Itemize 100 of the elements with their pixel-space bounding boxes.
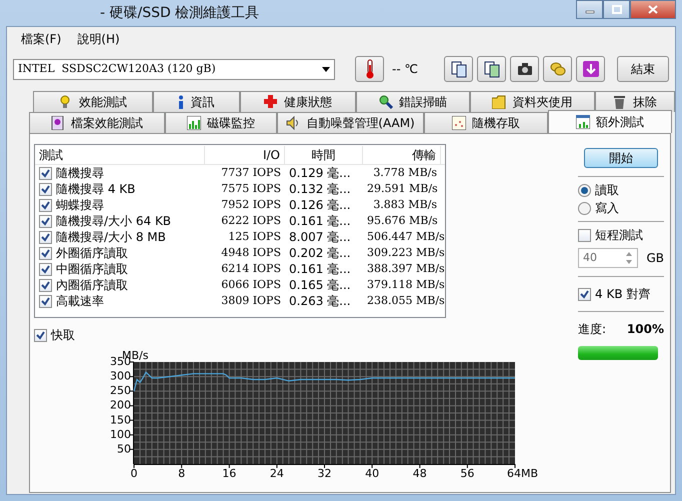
column-header[interactable]: 測試 bbox=[35, 146, 205, 164]
tab[interactable]: 效能測試 bbox=[33, 91, 153, 112]
minimize-button[interactable] bbox=[576, 0, 603, 19]
tick-label: 300 bbox=[110, 370, 131, 383]
tab[interactable]: 檔案效能測試 bbox=[29, 112, 165, 133]
toolbar-button[interactable] bbox=[444, 56, 473, 82]
table-cell: 隨機搜尋/大小 8 MB bbox=[56, 229, 166, 245]
radio-button[interactable] bbox=[578, 184, 591, 196]
checkbox[interactable] bbox=[39, 294, 52, 308]
checkbox-label: 短程測試 bbox=[595, 227, 643, 244]
tick-label: 32 bbox=[318, 467, 332, 480]
thermometer-button[interactable] bbox=[355, 56, 384, 82]
table-cell-text: 0.165 毫... bbox=[288, 277, 352, 293]
table-cell-text: 7575 IOPS bbox=[220, 181, 282, 197]
maximize-icon bbox=[612, 5, 622, 14]
tick-label: 24 bbox=[270, 467, 284, 480]
checkbox[interactable] bbox=[39, 278, 52, 292]
checkbox[interactable] bbox=[39, 262, 52, 276]
window-title: - 硬碟/SSD 檢測維護工具 bbox=[100, 4, 260, 23]
close-icon bbox=[648, 5, 658, 14]
tab[interactable]: 資訊 bbox=[152, 91, 240, 112]
chart-window-icon bbox=[576, 115, 590, 129]
drive-dropdown[interactable]: INTEL SSDSC2CW120A3 (120 gB) bbox=[13, 58, 335, 80]
maximize-button[interactable] bbox=[603, 0, 630, 19]
checkbox[interactable] bbox=[34, 328, 47, 342]
spin-arrows-icon bbox=[625, 251, 633, 265]
exit-button[interactable]: 結束 bbox=[617, 56, 669, 82]
table-cell-text: 8.007 毫... bbox=[288, 229, 352, 245]
table-cell-text: 0.263 毫... bbox=[288, 293, 352, 309]
size-spin-field[interactable]: 40 bbox=[578, 248, 638, 268]
table-cell: 內圈循序讀取 bbox=[56, 277, 128, 293]
checkbox[interactable] bbox=[578, 228, 591, 242]
tab[interactable]: 額外測試 bbox=[548, 110, 672, 133]
progress-label: 進度: bbox=[578, 321, 606, 338]
copy-icon bbox=[482, 60, 500, 78]
checkbox[interactable] bbox=[39, 182, 52, 196]
tick-label: 200 bbox=[110, 398, 131, 412]
scatter-chart-icon bbox=[452, 116, 466, 130]
close-button[interactable] bbox=[630, 0, 676, 19]
checkbox[interactable] bbox=[39, 246, 52, 260]
info-icon bbox=[178, 95, 184, 109]
column-header[interactable]: 傳輸 bbox=[363, 146, 441, 164]
tab[interactable]: 抹除 bbox=[595, 91, 675, 112]
tick-label: 150 bbox=[110, 413, 131, 426]
checkbox[interactable] bbox=[578, 288, 591, 300]
unit-label: GB bbox=[646, 250, 664, 267]
table-cell-text: 0.126 毫... bbox=[288, 197, 352, 213]
folder-icon bbox=[492, 95, 506, 109]
tick-label: 8 bbox=[178, 467, 186, 480]
caret-icon bbox=[322, 66, 330, 72]
bar-chart-icon bbox=[187, 116, 201, 130]
checkbox[interactable] bbox=[39, 198, 52, 212]
document-icon bbox=[51, 116, 65, 130]
table-cell-text: 3.883 MB/s bbox=[372, 197, 438, 213]
tick-label: 64MB bbox=[507, 467, 538, 480]
toolbar-button[interactable] bbox=[477, 56, 506, 82]
column-header[interactable]: I/O bbox=[205, 146, 285, 164]
trash-icon bbox=[613, 95, 628, 109]
checkbox-label: 4 KB 對齊 bbox=[595, 286, 650, 303]
progress-value: 100% bbox=[626, 321, 664, 338]
coins-icon bbox=[548, 60, 566, 78]
tab[interactable]: 隨機存取 bbox=[424, 112, 548, 133]
table-cell-text: 3.778 MB/s bbox=[372, 165, 438, 181]
toolbar-button[interactable] bbox=[510, 56, 539, 82]
table-cell-text: 125 IOPS bbox=[227, 229, 282, 245]
checkbox[interactable] bbox=[39, 214, 52, 228]
tab[interactable]: 自動噪聲管理(AAM) bbox=[277, 112, 424, 133]
table-cell-text: 0.132 毫... bbox=[288, 181, 352, 197]
menu-item[interactable]: 檔案(F) bbox=[13, 27, 70, 51]
table-cell: 中圈循序讀取 bbox=[56, 261, 128, 277]
table-cell-text: 6214 IOPS bbox=[220, 261, 282, 277]
menu-item[interactable]: 說明(H) bbox=[69, 27, 128, 51]
table-cell-text: 95.676 MB/s bbox=[366, 213, 439, 229]
tab[interactable]: 健康狀態 bbox=[240, 91, 356, 112]
tick-label: 48 bbox=[412, 467, 427, 480]
column-header[interactable]: 時間 bbox=[285, 146, 363, 164]
tab[interactable]: 資料夾使用 bbox=[470, 91, 596, 112]
table-cell: 隨機搜尋 4 KB bbox=[56, 181, 136, 197]
checkbox[interactable] bbox=[39, 230, 52, 244]
tick-label: 56 bbox=[460, 467, 474, 480]
tick-label: 50 bbox=[117, 442, 131, 456]
tab[interactable]: 錯誤掃瞄 bbox=[356, 91, 470, 112]
radio-button[interactable] bbox=[578, 202, 591, 214]
table-cell-text: 0.161 毫... bbox=[288, 213, 352, 229]
camera-icon bbox=[516, 60, 534, 78]
copy-icon bbox=[450, 60, 468, 78]
tab[interactable]: 磁碟監控 bbox=[165, 112, 277, 133]
tick-label: 250 bbox=[110, 384, 131, 398]
checkbox[interactable] bbox=[39, 166, 52, 180]
tick-label: 40 bbox=[365, 467, 380, 480]
toolbar-button[interactable] bbox=[576, 56, 605, 82]
start-button[interactable]: 開始 bbox=[584, 148, 658, 168]
table-cell: 隨機搜尋/大小 64 KB bbox=[56, 213, 172, 229]
radio-label: 讀取 bbox=[595, 182, 619, 199]
radio-dot-icon bbox=[581, 186, 588, 194]
table-cell: 蝴蝶搜尋 bbox=[56, 197, 104, 213]
tick-label: 0 bbox=[130, 467, 138, 480]
table-cell-text: 3809 IOPS bbox=[220, 293, 282, 309]
table-cell: 隨機搜尋 bbox=[56, 165, 104, 181]
table-cell-text: 29.591 MB/s bbox=[366, 181, 439, 197]
